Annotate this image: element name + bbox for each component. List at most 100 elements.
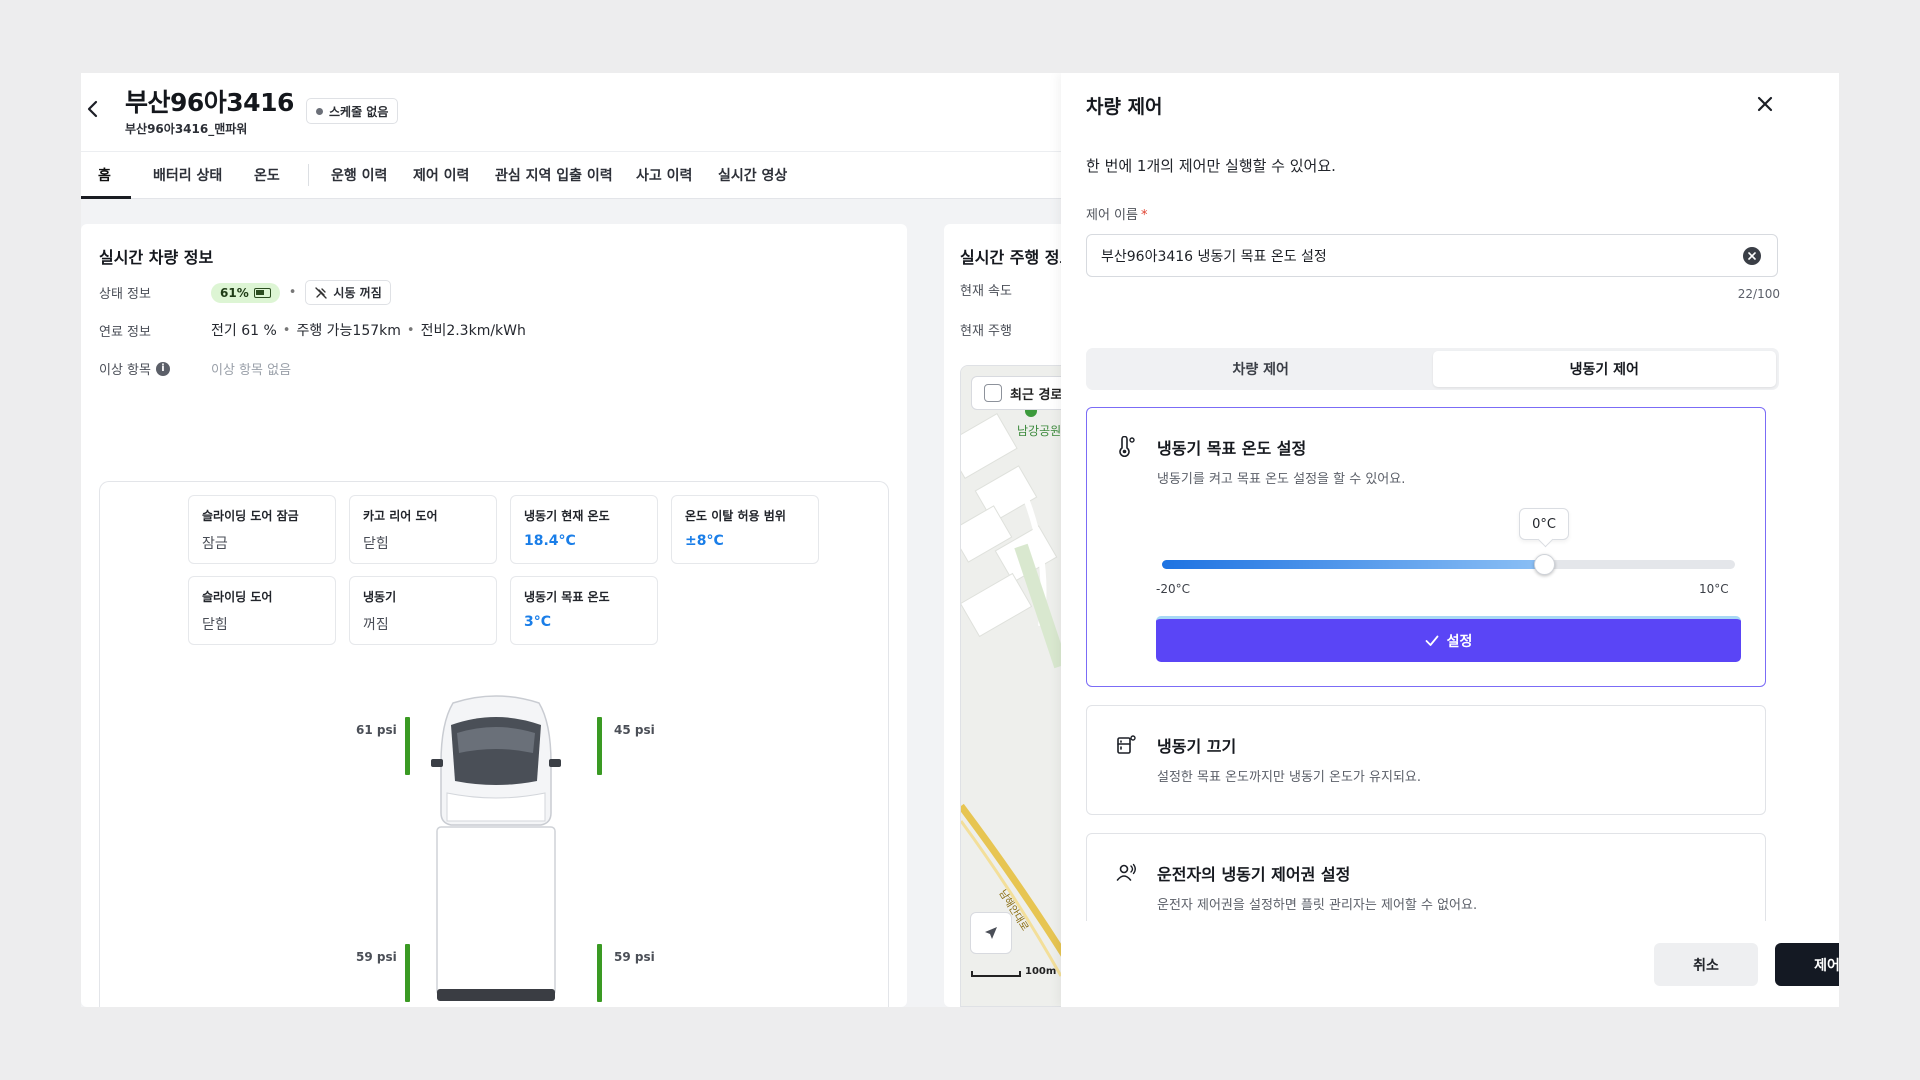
ignition-status: 시동 꺼짐	[333, 286, 382, 300]
option-description: 운전자 제어권을 설정하면 플릿 관리자는 제어할 수 없어요.	[1157, 898, 1478, 913]
abnormal-value: 이상 항목 없음	[211, 363, 292, 378]
abnormal-info-row: 이상 항목 i 이상 항목 없음	[99, 359, 291, 378]
option-target-temp[interactable]: 냉동기 목표 온도 설정 냉동기를 켜고 목표 온도 설정을 할 수 있어요. …	[1086, 407, 1766, 687]
tire-rear-left-bar	[405, 944, 410, 1002]
tab-battery[interactable]: 배터리 상태	[153, 152, 222, 198]
tire-front-right-bar	[597, 717, 602, 775]
option-description: 냉동기를 켜고 목표 온도 설정을 할 수 있어요.	[1157, 472, 1406, 487]
tab-divider	[308, 164, 309, 186]
back-button[interactable]	[81, 97, 105, 121]
scale-bar	[971, 971, 1021, 977]
temperature-slider-thumb[interactable]	[1534, 554, 1555, 575]
drawer-description: 한 번에 1개의 제어만 실행할 수 있어요.	[1086, 157, 1336, 175]
locate-button[interactable]	[970, 912, 1012, 954]
close-icon	[1757, 96, 1773, 112]
fuel-range: 주행 가능157km	[296, 323, 401, 339]
character-counter: 22/100	[1737, 287, 1780, 301]
separator-dot: •	[282, 322, 291, 338]
schedule-badge-label: 스케줄 없음	[329, 104, 389, 119]
fuel-electric: 전기 61 %	[211, 323, 277, 339]
tab-accident-history[interactable]: 사고 이력	[636, 152, 692, 198]
stat-freezer-current-temp: 냉동기 현재 온도 18.4°C	[510, 495, 658, 564]
current-driving-label: 현재 주행	[960, 324, 1012, 339]
separator-dot: •	[406, 322, 415, 338]
check-icon	[1425, 635, 1439, 646]
navigation-arrow-icon	[985, 927, 997, 939]
vehicle-subtitle: 부산96아3416_맨파워	[125, 122, 248, 136]
required-mark: *	[1140, 208, 1148, 223]
separator-dot: •	[288, 285, 297, 300]
active-tab-indicator	[81, 196, 131, 199]
fuel-info-row: 연료 정보 전기 61 % • 주행 가능157km • 전비2.3km/kWh	[99, 320, 526, 340]
realtime-vehicle-title: 실시간 차량 정보	[99, 248, 214, 267]
tab-driving-history[interactable]: 운행 이력	[331, 152, 387, 198]
tire-front-left-bar	[405, 717, 410, 775]
segment-vehicle-control[interactable]: 차량 제어	[1089, 351, 1433, 387]
scale-label: 100m	[1025, 966, 1057, 977]
status-info-label: 상태 정보	[99, 287, 151, 302]
stat-value: 18.4°C	[524, 533, 576, 549]
option-title: 냉동기 목표 온도 설정	[1157, 439, 1307, 458]
stat-value: 3°C	[524, 614, 552, 630]
stat-value: ±8°C	[685, 533, 724, 549]
battery-percent: 61%	[220, 285, 249, 300]
status-dot-icon	[316, 107, 323, 115]
status-info-row: 상태 정보 61% • 시동 꺼짐	[99, 280, 391, 305]
stat-label: 냉동기 목표 온도	[524, 590, 610, 604]
control-name-input[interactable]	[1086, 234, 1778, 277]
set-button-label: 설정	[1446, 633, 1473, 650]
recent-route-toggle[interactable]: 최근 경로	[971, 376, 1076, 410]
stat-sliding-door-lock: 슬라이딩 도어 잠금 잠금	[188, 495, 336, 564]
freezer-off-icon	[1117, 735, 1136, 754]
stat-temp-tolerance: 온도 이탈 허용 범위 ±8°C	[671, 495, 819, 564]
stat-freezer-target-temp: 냉동기 목표 온도 3°C	[510, 576, 658, 645]
battery-badge: 61%	[211, 282, 280, 303]
option-freezer-off[interactable]: 냉동기 끄기 설정한 목표 온도까지만 냉동기 온도가 유지되요.	[1086, 705, 1766, 815]
tab-home[interactable]: 홈	[98, 152, 111, 198]
control-submit-button[interactable]: 제어	[1775, 943, 1839, 986]
info-icon[interactable]: i	[155, 361, 170, 376]
option-title: 운전자의 냉동기 제어권 설정	[1157, 865, 1351, 884]
segment-freezer-control[interactable]: 냉동기 제어	[1432, 351, 1776, 387]
page: 부산96아3416 부산96아3416_맨파워 스케줄 없음 홈 배터리 상태 …	[81, 73, 1839, 1007]
battery-icon	[253, 287, 271, 298]
checkbox-icon	[984, 384, 1002, 402]
option-title: 냉동기 끄기	[1157, 737, 1237, 756]
fuel-info-label: 연료 정보	[99, 324, 151, 340]
stat-value: 닫힘	[363, 536, 389, 552]
slider-max-label: 10°C	[1699, 582, 1729, 596]
vehicle-header: 부산96아3416 부산96아3416_맨파워 스케줄 없음	[81, 73, 1061, 151]
stat-cargo-rear-door: 카고 리어 도어 닫힘	[349, 495, 497, 564]
clear-input-icon[interactable]	[1743, 247, 1761, 265]
close-button[interactable]	[1751, 90, 1779, 118]
realtime-driving-title: 실시간 주행 정보	[960, 248, 1075, 267]
cancel-button[interactable]: 취소	[1654, 943, 1758, 986]
stat-label: 냉동기	[363, 590, 397, 604]
tab-live-video[interactable]: 실시간 영상	[718, 152, 787, 198]
control-name-label-text: 제어 이름	[1086, 208, 1138, 223]
temperature-slider-track[interactable]	[1162, 560, 1735, 569]
tire-front-left-label: 61 psi	[356, 723, 397, 737]
tab-control-history[interactable]: 제어 이력	[413, 152, 469, 198]
tab-geofence-history[interactable]: 관심 지역 입출 이력	[495, 152, 613, 198]
slider-min-label: -20°C	[1156, 582, 1190, 596]
set-temperature-button[interactable]: 설정	[1156, 616, 1741, 662]
stat-label: 온도 이탈 허용 범위	[685, 509, 786, 523]
stat-value: 잠금	[202, 536, 228, 552]
stat-label: 슬라이딩 도어	[202, 590, 273, 604]
fuel-efficiency: 전비2.3km/kWh	[420, 323, 526, 339]
control-type-segment: 차량 제어 냉동기 제어	[1086, 348, 1779, 390]
vehicle-detail-page: 부산96아3416 부산96아3416_맨파워 스케줄 없음 홈 배터리 상태 …	[81, 73, 1144, 1007]
tab-temperature[interactable]: 온도	[254, 152, 280, 198]
current-speed-label: 현재 속도	[960, 284, 1012, 299]
tire-rear-left-label: 59 psi	[356, 950, 397, 964]
realtime-vehicle-card: 실시간 차량 정보 상태 정보 61% • 시동 꺼짐 연료 정보 전기 61 …	[81, 224, 907, 1007]
driver-permission-icon	[1116, 863, 1136, 881]
abnormal-label-wrap: 이상 항목 i	[99, 359, 211, 378]
chevron-left-icon	[87, 100, 98, 118]
clear-x-icon	[1748, 252, 1756, 260]
abnormal-label: 이상 항목	[99, 363, 151, 378]
stat-sliding-door: 슬라이딩 도어 닫힘	[188, 576, 336, 645]
plug-off-icon	[315, 286, 328, 299]
tire-front-right-label: 45 psi	[614, 723, 655, 737]
